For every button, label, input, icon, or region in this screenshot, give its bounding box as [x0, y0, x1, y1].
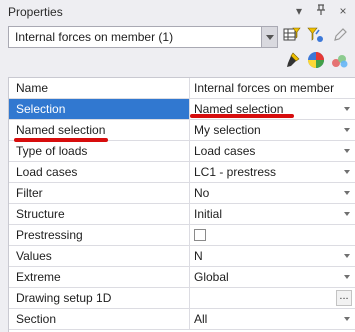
object-selector-combo[interactable]: Internal forces on member (1) [8, 26, 278, 48]
property-name: Drawing setup 1D [9, 288, 190, 308]
filter-table-icon[interactable] [282, 25, 302, 45]
property-row-type-of-loads[interactable]: Type of loads Load cases [9, 141, 355, 162]
highlight-underline-value [190, 114, 294, 118]
property-name: Prestressing [9, 225, 190, 245]
property-grid: Name Internal forces on member Selection… [8, 77, 355, 332]
brush-icon[interactable] [282, 50, 302, 70]
panel-title: Properties [8, 5, 63, 19]
property-value[interactable]: LC1 - prestress [190, 162, 355, 182]
chevron-down-icon[interactable] [344, 191, 350, 195]
chevron-down-icon[interactable] [344, 170, 350, 174]
property-row-extreme[interactable]: Extreme Global [9, 267, 355, 288]
chevron-down-icon[interactable] [344, 107, 350, 111]
property-row-filter[interactable]: Filter No [9, 183, 355, 204]
close-icon[interactable]: × [337, 4, 349, 19]
property-value[interactable]: All [190, 309, 355, 329]
property-name: Selection [9, 99, 190, 119]
property-value[interactable]: My selection [190, 120, 355, 140]
property-name: Filter [9, 183, 190, 203]
chevron-down-icon[interactable] [344, 128, 350, 132]
property-name: Name [9, 78, 190, 98]
property-row-name[interactable]: Name Internal forces on member [9, 78, 355, 99]
property-row-load-cases[interactable]: Load cases LC1 - prestress [9, 162, 355, 183]
property-value[interactable]: Load cases [190, 141, 355, 161]
object-selector-value: Internal forces on member (1) [15, 30, 174, 44]
property-row-prestressing[interactable]: Prestressing [9, 225, 355, 246]
property-value [190, 225, 355, 245]
property-value: ... [190, 288, 355, 308]
chevron-down-icon[interactable] [344, 149, 350, 153]
property-value[interactable]: Internal forces on member [190, 78, 355, 98]
filter-yellow-icon[interactable] [306, 25, 326, 45]
property-row-values[interactable]: Values N [9, 246, 355, 267]
properties-panel-titlebar: Properties ▾ × [0, 0, 355, 24]
property-row-section[interactable]: Section All [9, 309, 355, 330]
chevron-down-icon[interactable] [344, 275, 350, 279]
chevron-down-icon[interactable] [344, 317, 350, 321]
property-value[interactable]: Global [190, 267, 355, 287]
property-row-structure[interactable]: Structure Initial [9, 204, 355, 225]
property-name: Structure [9, 204, 190, 224]
property-name: Section [9, 309, 190, 329]
highlight-underline-name [14, 138, 108, 142]
property-name: Named selection [9, 120, 190, 140]
multi-select-icon[interactable] [330, 50, 350, 70]
pin-icon[interactable] [315, 4, 327, 19]
chevron-down-icon[interactable] [344, 212, 350, 216]
property-name: Extreme [9, 267, 190, 287]
prestressing-checkbox[interactable] [194, 229, 206, 241]
property-value[interactable]: No [190, 183, 355, 203]
property-row-drawing-setup[interactable]: Drawing setup 1D ... [9, 288, 355, 309]
property-value[interactable]: N [190, 246, 355, 266]
property-name: Load cases [9, 162, 190, 182]
chevron-down-icon[interactable] [344, 254, 350, 258]
color-wheel-icon[interactable] [306, 50, 326, 70]
property-row-selection[interactable]: Selection Named selection [9, 99, 355, 120]
pencil-icon[interactable] [330, 25, 350, 45]
property-name: Type of loads [9, 141, 190, 161]
ellipsis-button[interactable]: ... [336, 290, 352, 306]
property-value[interactable]: Initial [190, 204, 355, 224]
chevron-down-icon[interactable] [261, 27, 277, 47]
property-name: Values [9, 246, 190, 266]
dropdown-menu-icon[interactable]: ▾ [293, 4, 305, 19]
